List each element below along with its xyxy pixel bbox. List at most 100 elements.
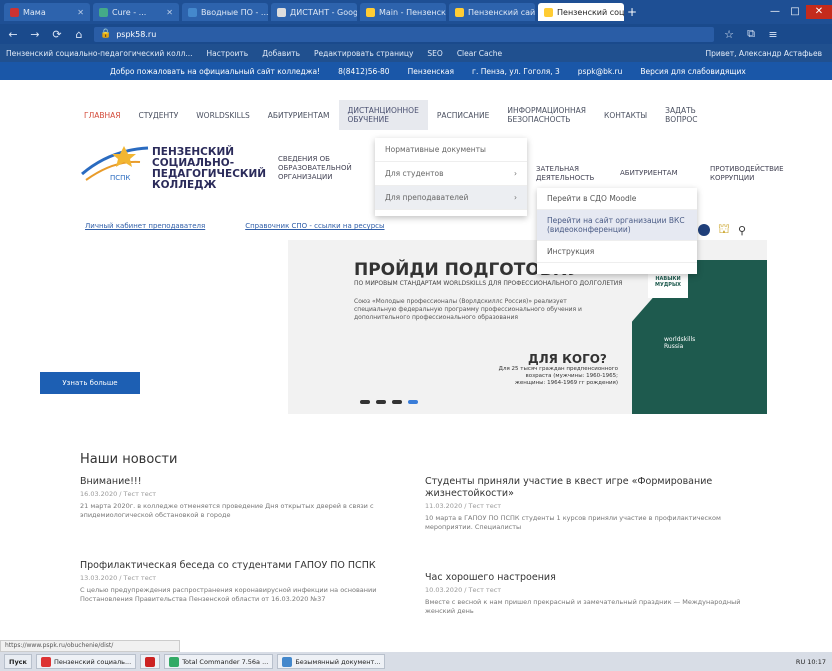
home-icon[interactable]: ⌂	[72, 28, 86, 41]
opera-icon	[40, 656, 51, 667]
nav-distance-learning[interactable]: ДИСТАНЦИОННОЕ ОБУЧЕНИЕ	[338, 100, 428, 130]
user-greeting[interactable]: Привет, Александр Астафьев	[705, 49, 832, 58]
sub-nav: СВЕДЕНИЯ ОБ ОБРАЗОВАТЕЛЬНОЙ ОРГАНИЗАЦИИ …	[278, 155, 818, 185]
low-vision-link[interactable]: Версия для слабовидящих	[640, 67, 745, 76]
nav-students[interactable]: СТУДЕНТУ	[129, 111, 187, 120]
start-button[interactable]: Пуск	[4, 654, 32, 669]
spo-reference-link[interactable]: Справочник СПО - ссылки на ресурсы	[245, 222, 384, 236]
customize-link[interactable]: Настроить	[206, 49, 248, 58]
news-meta: 13.03.2020 / Тест тест	[80, 574, 157, 582]
carousel-dot[interactable]	[360, 400, 370, 404]
teacher-cabinet-link[interactable]: Личный кабинет преподавателя	[85, 222, 205, 236]
close-window-button[interactable]: ✕	[806, 5, 832, 19]
tab-label: Мама	[23, 7, 46, 17]
taskbar-item[interactable]	[140, 654, 161, 669]
nav-infosec[interactable]: ИНФОРМАЦИОННАЯ БЕЗОПАСНОСТЬ	[498, 106, 595, 124]
main-nav: ГЛАВНАЯ СТУДЕНТУ WORLDSKILLS АБИТУРИЕНТА…	[75, 98, 815, 132]
nav-home[interactable]: ГЛАВНАЯ	[75, 111, 129, 120]
news-title[interactable]: Час хорошего настроения	[425, 572, 770, 584]
nav-ask-question[interactable]: ЗАДАТЬ ВОПРОС	[656, 106, 706, 124]
carousel-dot[interactable]	[392, 400, 402, 404]
close-icon[interactable]: ✕	[166, 8, 173, 17]
star-icon[interactable]: ☆	[722, 28, 736, 41]
minimize-button[interactable]: —	[766, 5, 784, 19]
college-name[interactable]: ПЕНЗЕНСКИЙ СОЦИАЛЬНО-ПЕДАГОГИЧЕСКИЙ КОЛЛ…	[152, 147, 272, 191]
tab-favicon-icon	[544, 7, 553, 17]
taskbar-item[interactable]: Total Commander 7.56a ...	[164, 654, 274, 669]
subnav-about[interactable]: СВЕДЕНИЯ ОБ ОБРАЗОВАТЕЛЬНОЙ ОРГАНИЗАЦИИ	[278, 155, 352, 182]
nav-schedule[interactable]: РАСПИСАНИЕ	[428, 111, 499, 120]
news-title[interactable]: Профилактическая беседа со студентами ГА…	[80, 560, 410, 572]
college-logo[interactable]: ПСПК	[80, 140, 150, 184]
tab-favicon-icon	[188, 7, 197, 17]
news-item[interactable]: Профилактическая беседа со студентами ГА…	[80, 560, 410, 604]
maximize-button[interactable]: □	[786, 5, 804, 19]
submenu-instructions[interactable]: Инструкция	[537, 241, 697, 263]
carousel-dot[interactable]	[376, 400, 386, 404]
back-icon[interactable]: ←	[6, 28, 20, 41]
system-clock[interactable]: RU 10:17	[796, 658, 832, 666]
nav-contacts[interactable]: КОНТАКТЫ	[595, 111, 656, 120]
reload-icon[interactable]: ⟳	[50, 28, 64, 41]
news-item[interactable]: Студенты приняли участие в квест игре «Ф…	[425, 476, 770, 532]
user-icon[interactable]	[698, 224, 710, 236]
quick-links: Личный кабинет преподавателя Справочник …	[85, 222, 385, 236]
browser-tab[interactable]: Пензенский сайт ...✕	[449, 3, 535, 21]
browser-tab-active[interactable]: Пензенский социал...✕	[538, 3, 624, 21]
search-icon[interactable]: ⚲	[738, 224, 746, 237]
phone-text[interactable]: 8(8412)56-80	[338, 67, 390, 76]
dropdown-item-teachers[interactable]: Для преподавателей ›	[375, 186, 527, 210]
news-item[interactable]: Час хорошего настроения 10.03.2020 / Тес…	[425, 572, 770, 616]
learn-more-button[interactable]: Узнать больше	[40, 372, 140, 394]
taskbar-item[interactable]: Безымянный документ...	[277, 654, 386, 669]
news-title[interactable]: Внимание!!!	[80, 476, 410, 488]
nav-applicants[interactable]: АБИТУРИЕНТАМ	[259, 111, 339, 120]
subnav-anticorruption[interactable]: ПРОТИВОДЕЙСТВИЕ КОРРУПЦИИ	[710, 165, 784, 183]
taskbar-item[interactable]: Пензенский социаль...	[35, 654, 137, 669]
edit-page-link[interactable]: Редактировать страницу	[314, 49, 413, 58]
total-commander-icon	[169, 656, 180, 667]
dropdown-item-students[interactable]: Для студентов ›	[375, 162, 527, 186]
chevron-right-icon: ›	[514, 193, 517, 202]
seo-link[interactable]: SEO	[427, 49, 442, 58]
menu-icon[interactable]: ≡	[766, 28, 780, 41]
wp-admin-bar: Пензенский социально-педагогический колл…	[0, 44, 832, 62]
worldskills-logo: worldskills Russia	[664, 336, 696, 350]
close-icon[interactable]: ✕	[77, 8, 84, 17]
clear-cache-link[interactable]: Clear Cache	[457, 49, 502, 58]
submenu-moodle[interactable]: Перейти в СДО Moodle	[537, 188, 697, 210]
logo-abbr: ПСПК	[110, 174, 130, 182]
address-bar: ← → ⟳ ⌂ 🔒 pspk58.ru ☆ ⧉ ≡	[0, 24, 832, 44]
bank-icon[interactable]: ⛫	[718, 222, 730, 239]
news-title[interactable]: Студенты приняли участие в квест игре «Ф…	[425, 476, 770, 500]
browser-tab[interactable]: Вводные ПО - ...✕	[182, 3, 268, 21]
banner-audience: Для 25 тысяч граждан предпенсионного воз…	[498, 366, 618, 386]
dropdown-item-label: Для студентов	[385, 169, 444, 178]
nav-worldskills[interactable]: WORLDSKILLS	[187, 111, 259, 120]
url-input[interactable]: 🔒 pspk58.ru	[94, 26, 714, 42]
browser-tab[interactable]: Cure - ... ✕	[93, 3, 179, 21]
subnav-applicants[interactable]: АБИТУРИЕНТАМ	[620, 169, 678, 178]
email-link[interactable]: pspk@bk.ru	[578, 67, 623, 76]
app-icon	[282, 656, 293, 667]
status-bar-url: https://www.pspk.ru/obuchenie/dist/	[0, 640, 180, 652]
forward-icon[interactable]: →	[28, 28, 42, 41]
browser-tab[interactable]: Main - Пензенский ...✕	[360, 3, 446, 21]
new-tab-button[interactable]: +	[627, 5, 637, 19]
news-desc: Вместе с весной к нам пришел прекрасный …	[425, 598, 741, 615]
subnav-edu-activity[interactable]: ЗАТЕЛЬНАЯ ДЕЯТЕЛЬНОСТЬ	[536, 165, 594, 183]
browser-tab[interactable]: ДИСТАНТ - Google ...✕	[271, 3, 357, 21]
tab-favicon-icon	[10, 7, 19, 17]
extensions-icon[interactable]: ⧉	[744, 27, 758, 41]
browser-tab[interactable]: Мама ✕	[4, 3, 90, 21]
news-item[interactable]: Внимание!!! 16.03.2020 / Тест тест 21 ма…	[80, 476, 410, 520]
browser-tabstrip: Мама ✕ Cure - ... ✕ Вводные ПО - ...✕ ДИСТ…	[0, 0, 832, 24]
news-desc: С целью предупреждения распространения к…	[80, 586, 377, 603]
tab-label: Cure - ...	[112, 7, 147, 17]
submenu-vks[interactable]: Перейти на сайт организации ВКС (видеоко…	[537, 210, 697, 241]
wp-site-link[interactable]: Пензенский социально-педагогический колл…	[6, 49, 192, 58]
dropdown-item-docs[interactable]: Нормативные документы	[375, 138, 527, 162]
carousel-dot-active[interactable]	[408, 400, 418, 404]
distance-learning-dropdown: Нормативные документы Для студентов › Для…	[375, 138, 527, 216]
add-link[interactable]: Добавить	[262, 49, 300, 58]
